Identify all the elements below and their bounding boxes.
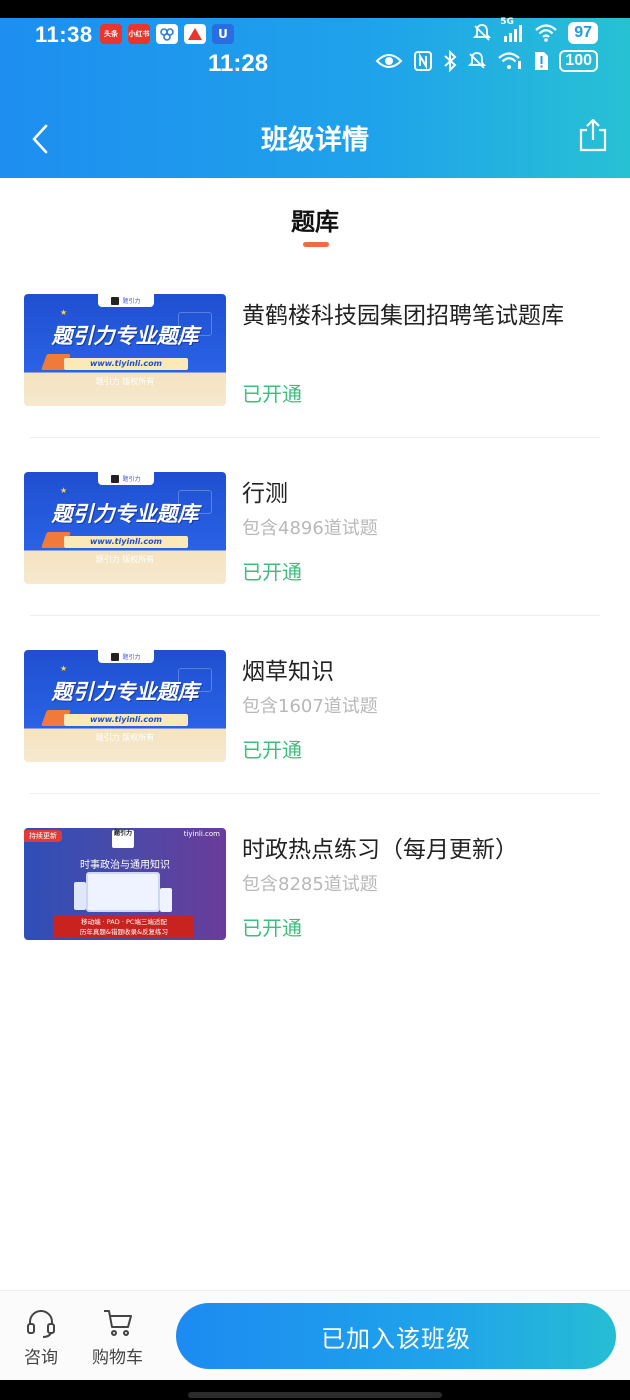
eye-icon	[375, 51, 403, 71]
joined-class-button[interactable]: 已加入该班级	[176, 1303, 616, 1369]
consult-button[interactable]: 咨询	[24, 1307, 58, 1368]
triangle-app-icon	[184, 24, 206, 44]
thumb-site: tiyinli.com	[183, 830, 220, 838]
wifi-icon	[534, 23, 558, 43]
tab-bar: 题库	[0, 178, 630, 258]
list-item[interactable]: 题引力 ★ 题引力专业题库 www.tiyinli.com 题引力 版权所有 烟…	[0, 616, 630, 794]
top-frame	[0, 0, 630, 18]
nfc-icon	[413, 50, 433, 72]
cart-icon	[103, 1310, 132, 1336]
bottom-action-bar: 咨询 购物车 已加入该班级	[0, 1290, 630, 1380]
battery-indicator-top: 97	[568, 22, 598, 44]
thumb-copyright: 题引力 版权所有	[95, 555, 155, 564]
status-time-left: 11:38	[35, 22, 93, 47]
xiaohongshu-app-icon: 小红书	[128, 24, 150, 44]
course-thumbnail: 题引力 ★ 题引力专业题库 www.tiyinli.com 题引力 版权所有	[24, 472, 226, 584]
thumb-copyright: 题引力 版权所有	[95, 377, 155, 386]
thumb-banner-line1: 移动端 · PAD · PC端三端适配	[81, 918, 167, 926]
consult-label: 咨询	[24, 1348, 58, 1368]
status-app-icons: 头条 小红书 U	[100, 24, 234, 44]
mute-icon	[472, 23, 492, 43]
item-question-count: 包含4896道试题	[242, 518, 378, 539]
list-item[interactable]: 题引力 ★ 题引力专业题库 www.tiyinli.com 题引力 版权所有 行…	[0, 438, 630, 616]
thumb-banner: 移动端 · PAD · PC端三端适配 历年真题&错题收录&反复练习	[54, 916, 194, 938]
status-time-center: 11:28	[208, 50, 269, 77]
phone-icon	[160, 888, 172, 912]
thumb-heading: 时事政治与通用知识	[80, 860, 170, 871]
item-question-count: 包含1607道试题	[242, 696, 378, 717]
share-icon[interactable]	[578, 118, 608, 152]
mute-icon-2	[467, 51, 487, 71]
signal-icon: 5G	[500, 17, 524, 43]
tab-question-bank[interactable]: 题库	[0, 202, 630, 237]
thumb-url: www.tiyinli.com	[64, 714, 188, 726]
u-app-icon: U	[212, 24, 234, 44]
item-status: 已开通	[242, 738, 302, 762]
tab-active-indicator	[303, 242, 329, 247]
course-thumbnail: 题引力 ★ 题引力专业题库 www.tiyinli.com 题引力 版权所有	[24, 650, 226, 762]
thumb-url: www.tiyinli.com	[64, 536, 188, 548]
bluetooth-icon	[443, 50, 457, 72]
sim-alert-icon	[533, 50, 549, 72]
course-thumbnail: 题引力 ★ 题引力专业题库 www.tiyinli.com 题引力 版权所有	[24, 294, 226, 406]
item-status: 已开通	[242, 916, 302, 940]
course-thumbnail: 持续更新 题引力 tiyinli.com 时事政治与通用知识 移动端 · PAD…	[24, 828, 226, 940]
item-title: 黄鹤楼科技园集团招聘笔试题库	[242, 303, 564, 329]
item-title: 时政热点练习（每月更新）	[242, 837, 518, 863]
network-label: 5G	[500, 17, 514, 27]
cart-button[interactable]: 购物车	[92, 1307, 143, 1368]
thumb-logo: 题引力	[112, 830, 134, 848]
thumb-logo: 题引力	[98, 650, 154, 663]
question-bank-list: 题引力 ★ 题引力专业题库 www.tiyinli.com 题引力 版权所有 黄…	[0, 260, 630, 972]
header: 11:38 头条 小红书 U 5G 97 11:28 100 班级详情	[0, 17, 630, 178]
thumb-brand: 题引力专业题库	[51, 502, 199, 526]
item-question-count: 包含8285道试题	[242, 874, 378, 895]
thumb-badge: 持续更新	[24, 830, 62, 842]
thumb-brand: 题引力专业题库	[51, 680, 199, 704]
baidu-app-icon	[156, 24, 178, 44]
star-icon: ★	[60, 486, 68, 495]
star-icon: ★	[60, 664, 68, 673]
list-item[interactable]: 题引力 ★ 题引力专业题库 www.tiyinli.com 题引力 版权所有 黄…	[0, 260, 630, 438]
battery-indicator-bottom: 100	[559, 50, 598, 72]
item-title: 烟草知识	[242, 659, 334, 685]
status-right-top: 5G 97	[472, 17, 598, 44]
thumb-copyright: 题引力 版权所有	[95, 733, 155, 742]
item-status: 已开通	[242, 560, 302, 584]
thumb-url: www.tiyinli.com	[64, 358, 188, 370]
thumb-logo: 题引力	[98, 294, 154, 307]
headset-icon	[27, 1310, 55, 1338]
item-status: 已开通	[242, 382, 302, 406]
cart-label: 购物车	[92, 1348, 143, 1368]
home-indicator[interactable]	[188, 1392, 442, 1398]
toutiao-app-icon: 头条	[100, 24, 122, 44]
list-item[interactable]: 持续更新 题引力 tiyinli.com 时事政治与通用知识 移动端 · PAD…	[0, 794, 630, 972]
wifi-icon-2	[497, 51, 523, 71]
thumb-logo: 题引力	[98, 472, 154, 485]
status-right-bottom: 100	[375, 50, 598, 72]
thumb-banner-line2: 历年真题&错题收录&反复练习	[79, 928, 169, 936]
thumb-brand: 题引力专业题库	[51, 324, 199, 348]
page-title: 班级详情	[261, 125, 369, 156]
monitor-icon	[86, 872, 160, 912]
tablet-icon	[74, 882, 86, 910]
item-title: 行测	[242, 481, 288, 507]
star-icon: ★	[60, 308, 68, 317]
